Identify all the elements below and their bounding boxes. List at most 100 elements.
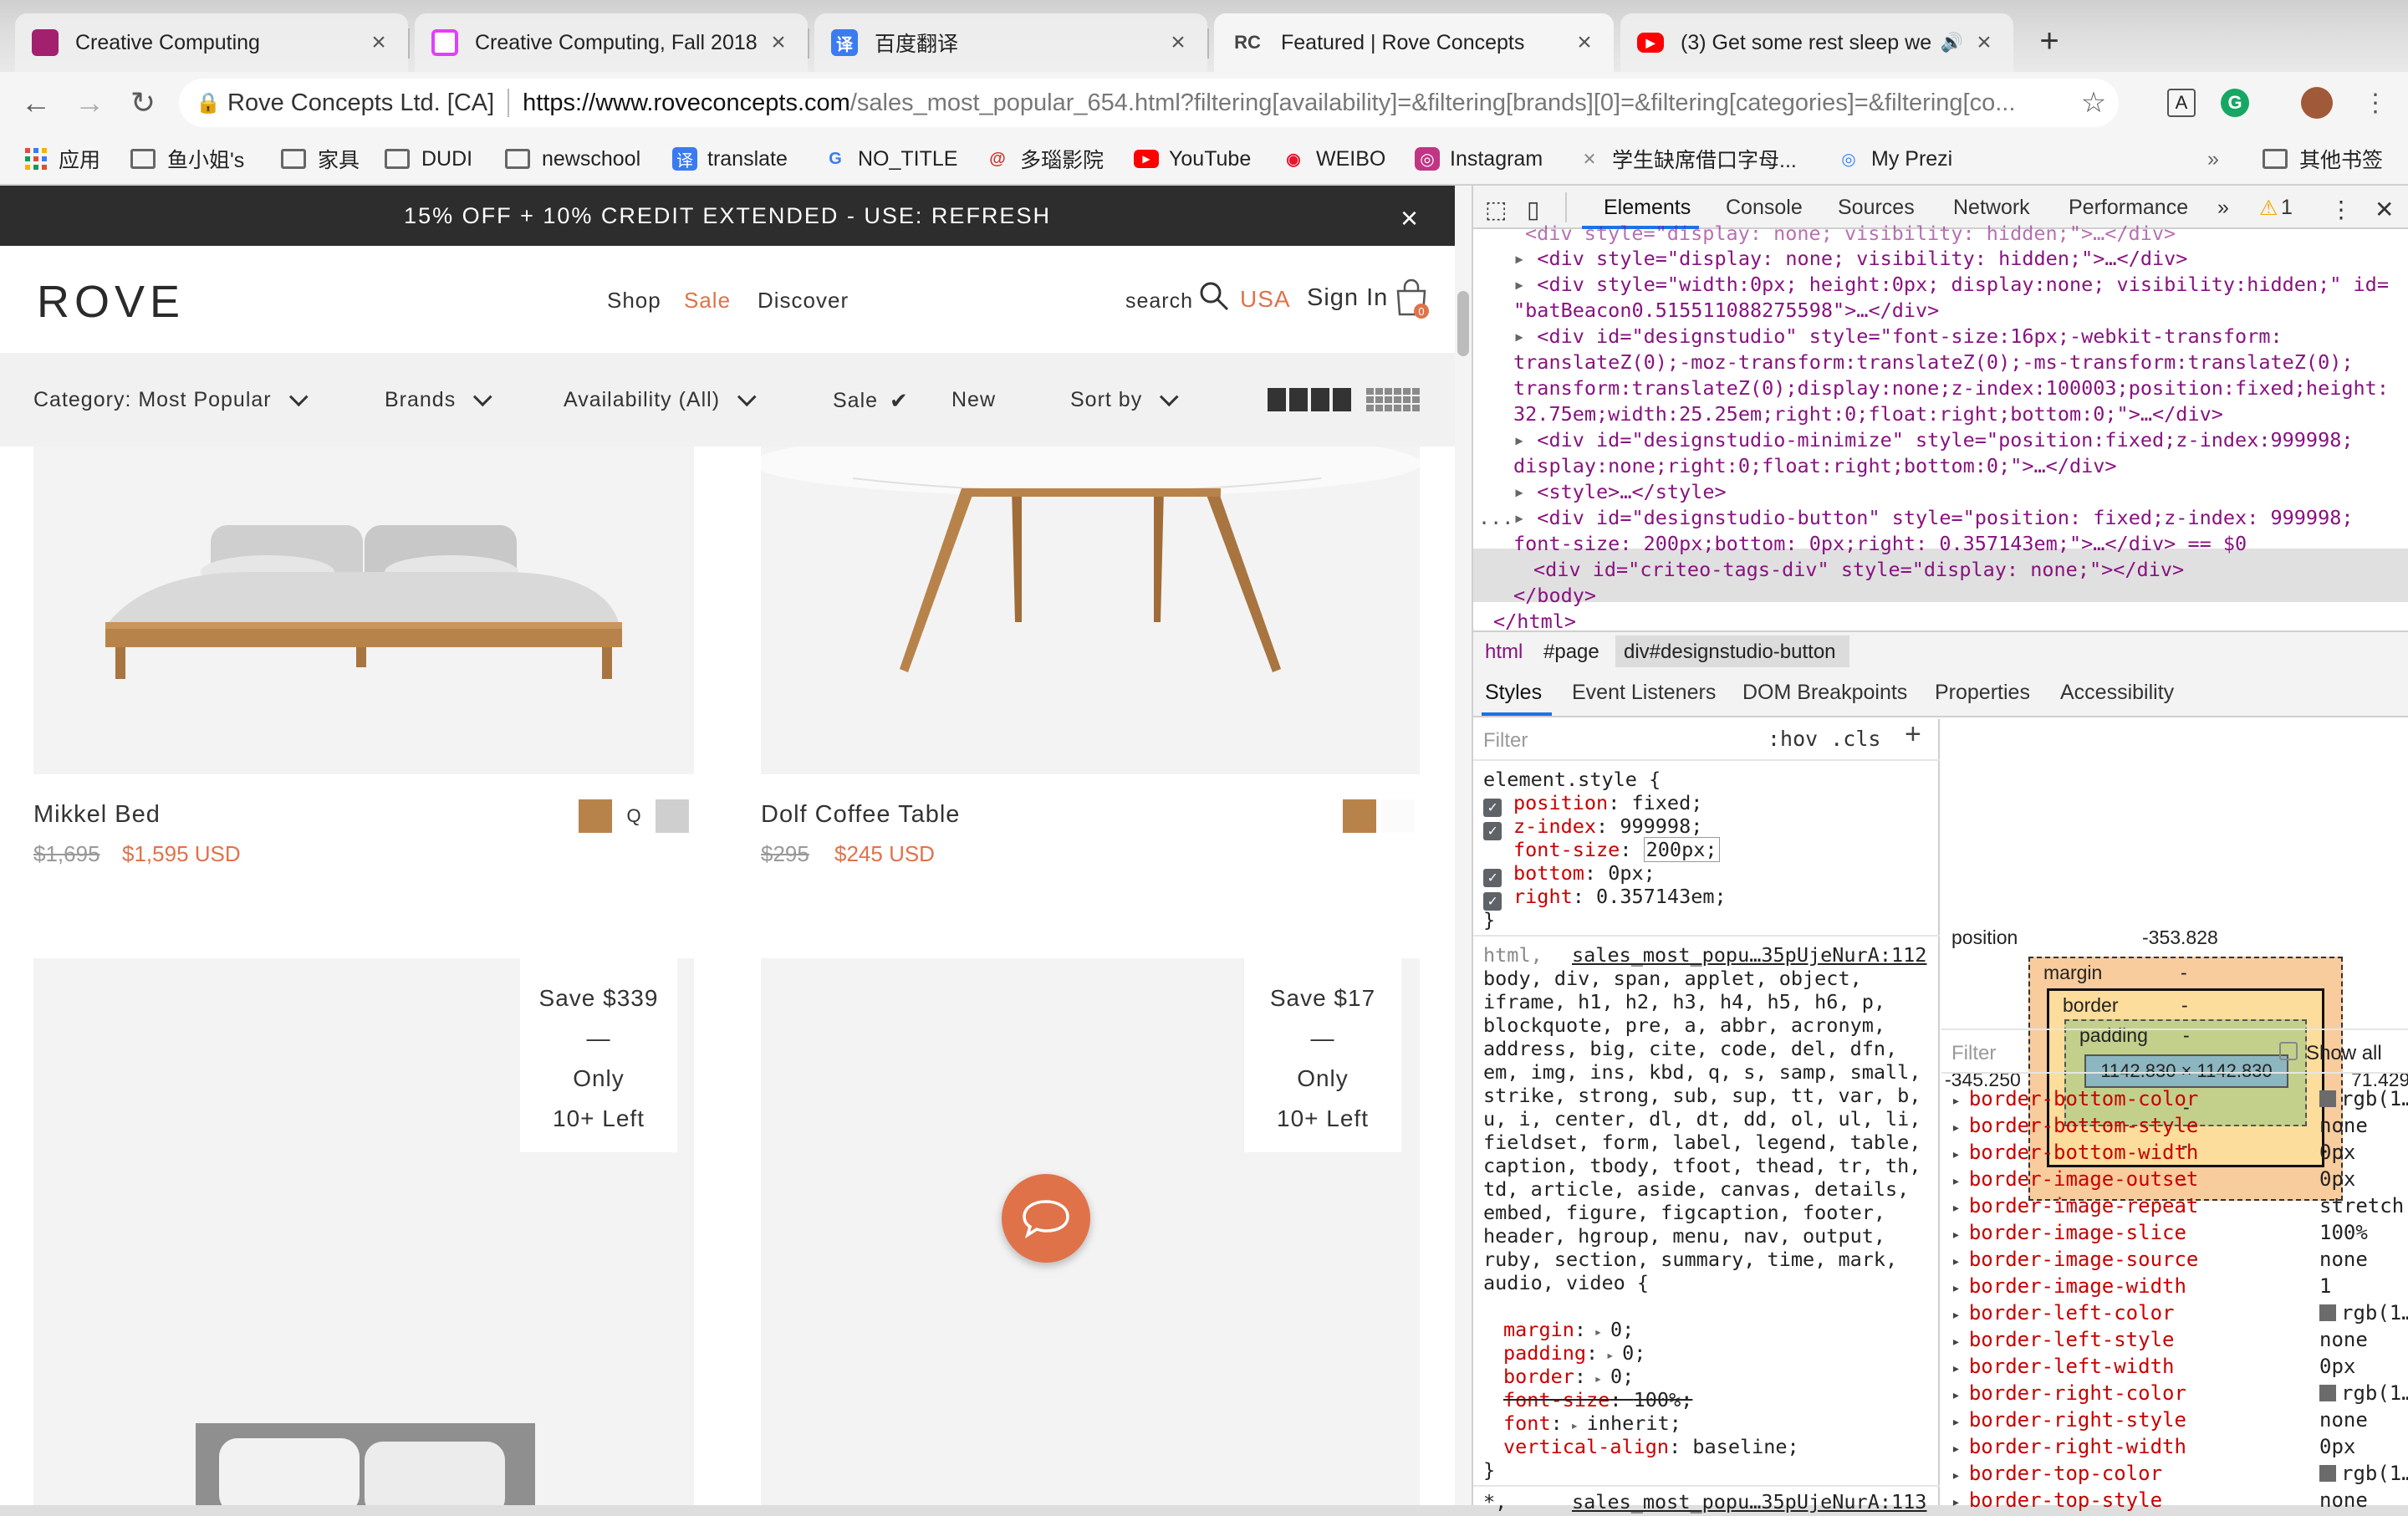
color-swatch[interactable]: [2319, 1385, 2336, 1401]
other-bookmarks[interactable]: 其他书签: [2263, 142, 2383, 176]
new-tab-button[interactable]: +: [2027, 18, 2072, 64]
back-button[interactable]: ←: [12, 79, 60, 127]
rule-selector-line[interactable]: ruby, section, summary, time, mark,: [1483, 1248, 1897, 1271]
device-toolbar-icon[interactable]: ▯: [1527, 196, 1539, 223]
computed-property[interactable]: ▸ border-top-style none: [1951, 1487, 2368, 1516]
browser-tab[interactable]: 译 百度翻译 ×: [814, 13, 1209, 72]
breadcrumb-html[interactable]: html: [1485, 641, 1523, 664]
nav-sale[interactable]: Sale: [684, 288, 731, 314]
color-swatch-walnut[interactable]: [1343, 799, 1376, 833]
bookmarks-overflow-chevron[interactable]: »: [2207, 142, 2219, 176]
cart-icon[interactable]: 0: [1393, 278, 1430, 319]
tab-sources[interactable]: Sources: [1838, 196, 1915, 220]
lock-icon[interactable]: 🔒: [196, 91, 227, 115]
dom-ellipsis[interactable]: ...: [1478, 505, 1513, 531]
expand-chevron-icon[interactable]: ▸: [1951, 1279, 1961, 1297]
tab-network[interactable]: Network: [1953, 196, 2030, 220]
close-devtools-icon[interactable]: ✕: [2375, 196, 2394, 223]
product-image-dolf-coffee-table[interactable]: [761, 447, 1420, 774]
bookmark-apps[interactable]: 应用: [23, 142, 100, 176]
rule-selector-line[interactable]: fieldset, form, label, legend, table,: [1483, 1131, 1921, 1154]
close-icon[interactable]: ×: [766, 28, 791, 57]
bookmark-no-title[interactable]: G NO_TITLE: [823, 142, 957, 176]
expand-chevron-icon[interactable]: ▸: [1951, 1467, 1961, 1484]
computed-property[interactable]: ▸ border-left-width 0px: [1951, 1353, 2355, 1382]
hov-cls-toggles[interactable]: :hov .cls: [1768, 727, 1880, 751]
dom-line[interactable]: 32.75em;width:25.25em;right:0;float:righ…: [1513, 401, 2223, 427]
computed-property[interactable]: ▸ border-right-width 0px: [1951, 1433, 2355, 1462]
computed-property[interactable]: ▸ border-image-width 1: [1951, 1273, 2331, 1302]
expand-chevron-icon[interactable]: ▸: [1951, 1146, 1961, 1163]
product-image-mikkel-bed[interactable]: [33, 447, 694, 774]
dom-line[interactable]: translateZ(0);-moz-transform:translateZ(…: [1513, 350, 2354, 375]
dom-line[interactable]: <div style="display: none; visibility: h…: [1525, 221, 2176, 247]
styles-filter-input[interactable]: Filter: [1483, 729, 1528, 753]
rule-source-link[interactable]: sales_most_popu…35pUjeNurA:113: [1572, 1490, 1926, 1513]
devtools-menu-icon[interactable]: ⋮: [2329, 196, 2353, 223]
dom-line-selected[interactable]: ▸ <div id="designstudio-button" style="p…: [1513, 505, 2354, 531]
availability-filter[interactable]: Availability (All): [564, 386, 757, 412]
computed-property[interactable]: ▸ border-right-color rgb(1…: [1951, 1380, 2408, 1409]
expand-chevron-icon[interactable]: ▸: [1951, 1226, 1961, 1243]
warning-icon[interactable]: ⚠: [2259, 196, 2278, 221]
rule-selector-line[interactable]: td, article, aside, canvas, details,: [1483, 1177, 1909, 1201]
bookmark-youtube[interactable]: ▶ YouTube: [1134, 142, 1251, 176]
rule-selector-line[interactable]: header, hgroup, menu, nav, output,: [1483, 1224, 1885, 1248]
dom-line[interactable]: ▸ <div id="designstudio" style="font-siz…: [1513, 324, 2283, 350]
style-declaration[interactable]: font: ▸ inherit;: [1503, 1411, 1681, 1437]
dom-line[interactable]: <div id="criteo-tags-div" style="display…: [1533, 557, 2184, 583]
rule-selector-line[interactable]: audio, video {: [1483, 1271, 1649, 1294]
translate-extension-icon[interactable]: A: [2167, 89, 2196, 117]
sale-filter[interactable]: Sale ✔: [833, 388, 909, 414]
breadcrumb-selected[interactable]: div#designstudio-button: [1624, 641, 1836, 664]
browser-tab[interactable]: ▶ (3) Get some rest sleep we 🔊 ×: [1620, 13, 2013, 72]
rule-source-link[interactable]: sales_most_popu…35pUjeNurA:112: [1572, 943, 1926, 967]
expand-chevron-icon[interactable]: ▸: [1951, 1253, 1961, 1270]
profile-avatar[interactable]: [2301, 87, 2333, 119]
site-identity[interactable]: Rove Concepts Ltd. [CA]: [227, 89, 494, 117]
dom-line[interactable]: </body>: [1513, 583, 1596, 609]
rule-selector-line[interactable]: address, big, cite, code, del, dfn,: [1483, 1037, 1897, 1060]
color-swatch[interactable]: [2319, 1304, 2336, 1321]
tab-elements[interactable]: Elements: [1604, 196, 1691, 220]
expand-chevron-icon[interactable]: ▸: [1951, 1440, 1961, 1457]
reload-button[interactable]: ↻: [119, 79, 167, 127]
color-swatch-q[interactable]: Q: [617, 799, 650, 833]
style-declaration[interactable]: vertical-align: baseline;: [1503, 1435, 1799, 1458]
subtab-accessibility[interactable]: Accessibility: [2060, 681, 2174, 705]
url-text[interactable]: https://www.roveconcepts.com/sales_most_…: [523, 89, 2069, 117]
computed-property[interactable]: ▸ border-image-outset 0px: [1951, 1166, 2355, 1195]
color-swatch[interactable]: [2319, 1090, 2336, 1107]
bookmark-instagram[interactable]: ◎ Instagram: [1415, 142, 1543, 176]
dom-line[interactable]: ▸ <div style="display: none; visibility:…: [1513, 246, 2187, 272]
browser-tab[interactable]: Creative Computing, Fall 2018 ×: [415, 13, 809, 72]
sign-in-link[interactable]: Sign In: [1307, 284, 1388, 312]
bookmark-folder[interactable]: 鱼小姐's: [130, 142, 244, 176]
computed-property[interactable]: ▸ border-left-color rgb(1…: [1951, 1299, 2408, 1329]
rove-logo[interactable]: ROVE: [37, 276, 185, 328]
subtab-properties[interactable]: Properties: [1935, 681, 2030, 705]
element-style-selector[interactable]: element.style {: [1483, 768, 1661, 791]
computed-property[interactable]: ▸ border-bottom-style none: [1951, 1112, 2368, 1141]
brands-filter[interactable]: Brands: [385, 386, 492, 412]
nav-discover[interactable]: Discover: [758, 288, 849, 314]
box-position-top[interactable]: -353.828: [2142, 926, 2218, 949]
close-icon[interactable]: ×: [1572, 28, 1597, 57]
rule-selector-line[interactable]: body, div, span, applet, object,: [1483, 967, 1862, 990]
close-icon[interactable]: ×: [1166, 28, 1191, 57]
computed-property[interactable]: ▸ border-bottom-width 0px: [1951, 1139, 2355, 1168]
add-rule-icon[interactable]: +: [1905, 720, 1921, 748]
close-icon[interactable]: ×: [1400, 201, 1420, 236]
style-declaration[interactable]: margin: ▸ 0;: [1503, 1318, 1634, 1344]
grammarly-icon[interactable]: G: [2221, 89, 2249, 117]
show-all-checkbox[interactable]: [2279, 1042, 2298, 1060]
product-name[interactable]: Dolf Coffee Table: [761, 801, 960, 829]
dom-line[interactable]: transform:translateZ(0);display:none;z-i…: [1513, 375, 2389, 401]
forward-button[interactable]: →: [65, 79, 114, 127]
dom-line[interactable]: ▸ <style>…</style>: [1513, 479, 1727, 505]
dom-line[interactable]: ▸ <div id="designstudio-minimize" style=…: [1513, 427, 2354, 453]
style-declaration-editing[interactable]: font-size: 200px;: [1513, 837, 1720, 862]
category-filter[interactable]: Category: Most Popular: [33, 386, 309, 412]
close-icon[interactable]: ×: [366, 28, 391, 57]
dom-line[interactable]: "batBeacon0.515511088275598">…</div>: [1513, 298, 1939, 324]
